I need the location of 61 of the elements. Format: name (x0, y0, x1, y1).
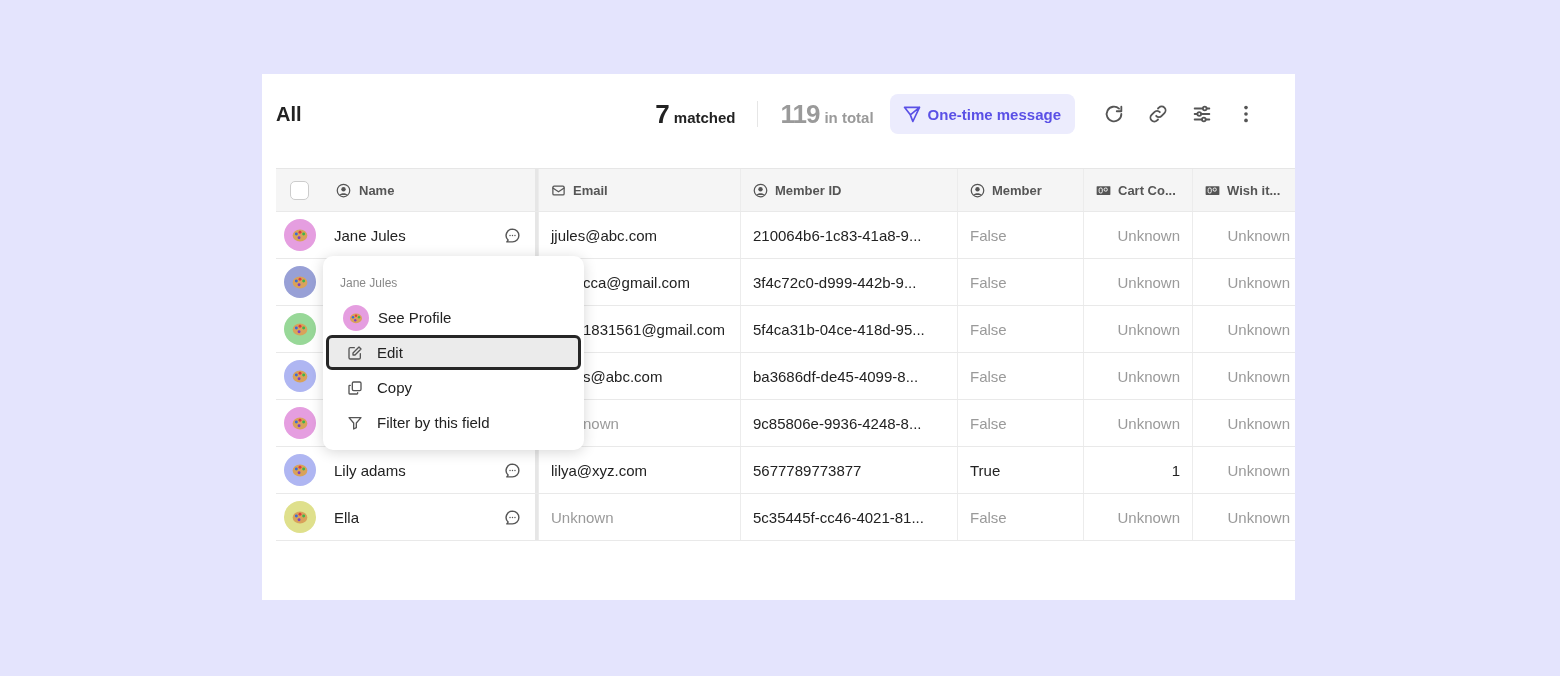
table-cell: 5c35445f-cc46-4021-81... (740, 494, 957, 540)
copy-icon (347, 379, 363, 396)
table-cell: 9c85806e-9936-4248-8... (740, 400, 957, 446)
table-cell: False (957, 212, 1083, 258)
total-count: 119 (780, 98, 820, 130)
table-cell: Unknown (1192, 212, 1295, 258)
sliders-icon[interactable] (1191, 103, 1213, 125)
person-icon (336, 182, 351, 198)
member-name: Jane Jules (334, 226, 407, 244)
matched-label: matched (673, 108, 736, 126)
chat-icon[interactable] (504, 226, 521, 244)
table-cell: Unknown (1192, 306, 1295, 352)
table-cell: 210064b6-1c83-41a8-9... (740, 212, 957, 258)
pencil-icon (347, 344, 363, 361)
view-title: All (276, 102, 302, 126)
table-cell: Unknown (1083, 306, 1192, 352)
chat-icon[interactable] (504, 508, 521, 526)
mail-icon (551, 182, 566, 198)
person-icon (970, 182, 985, 198)
column-header[interactable]: Name (276, 169, 538, 211)
link-icon[interactable] (1147, 103, 1169, 125)
table-cell: False (957, 400, 1083, 446)
member-name: Ella (334, 508, 360, 526)
table-cell: 5f4ca31b-04ce-418d-95... (740, 306, 957, 352)
table-cell: Unknown (1083, 400, 1192, 446)
table-cell: False (957, 353, 1083, 399)
table-cell: Unknown (1192, 494, 1295, 540)
table-cell: 3f4c72c0-d999-442b-9... (740, 259, 957, 305)
table-cell: Unknown (1083, 212, 1192, 258)
table-cell: 5677789773877 (740, 447, 957, 493)
total-label: in total (824, 108, 874, 126)
column-header[interactable]: Member (957, 169, 1083, 211)
select-all-checkbox[interactable] (290, 180, 309, 200)
menu-title: Jane Jules (339, 275, 399, 292)
table-cell: Unknown (1192, 353, 1295, 399)
table-cell: ba3686df-de45-4099-8... (740, 353, 957, 399)
filter-icon (347, 414, 363, 431)
table-cell: Unknown (1083, 259, 1192, 305)
table-cell: False (957, 306, 1083, 352)
message-button[interactable]: One-time message (889, 94, 1075, 134)
table-cell: Unknown (1192, 259, 1295, 305)
column-header[interactable]: Email (538, 169, 740, 211)
refresh-icon[interactable] (1103, 103, 1125, 125)
table-cell: Unknown (1083, 494, 1192, 540)
column-header[interactable]: Wish it... (1192, 169, 1295, 211)
table-cell: False (957, 259, 1083, 305)
table-cell: 1 (1083, 447, 1192, 493)
matched-count: 7 (655, 98, 669, 130)
person-icon (753, 182, 768, 198)
send-icon (901, 104, 922, 124)
chat-icon[interactable] (504, 461, 521, 479)
table-cell: Unknown (1083, 353, 1192, 399)
menu-item[interactable]: Edit (326, 335, 581, 370)
table-cell: True (957, 447, 1083, 493)
table-cell: False (957, 494, 1083, 540)
column-header[interactable]: Cart Co... (1083, 169, 1192, 211)
table-cell: Unknown (538, 494, 740, 540)
member-name: Lily adams (334, 461, 407, 479)
table-cell: Unknown (1192, 400, 1295, 446)
table-cell: Unknown (1192, 447, 1295, 493)
column-header[interactable]: Member ID (740, 169, 957, 211)
